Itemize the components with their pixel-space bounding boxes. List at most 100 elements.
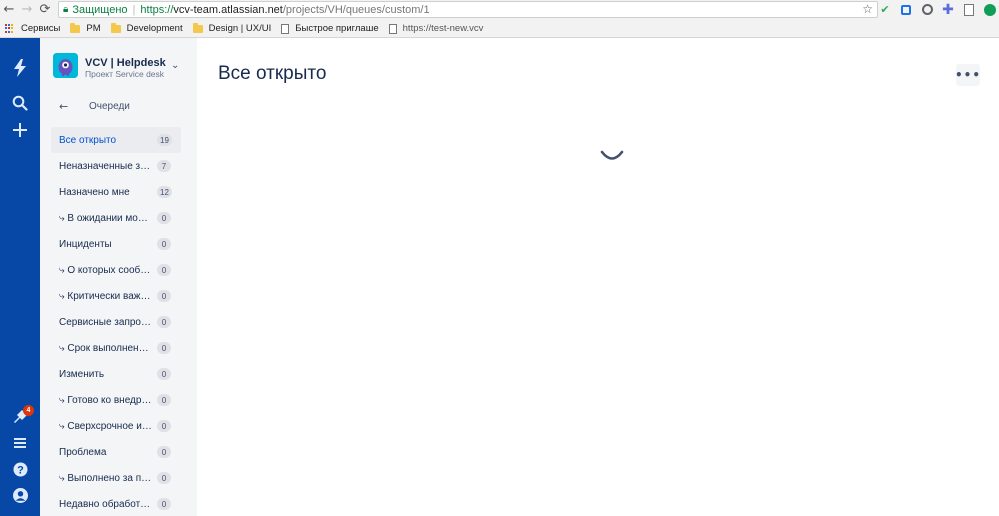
page-title: Все открыто	[218, 63, 327, 84]
queue-count-badge: 0	[157, 446, 171, 458]
bookmark-apps[interactable]: Сервисы	[0, 19, 65, 38]
bookmarks-bar: Сервисы PM Development Design | UX/UI Бы…	[0, 19, 999, 38]
queue-label: Проблема	[59, 446, 107, 458]
queue-label: ⤷ Сверхсрочное изменение	[59, 420, 153, 432]
queue-label: ⤷ Критически важное	[59, 290, 153, 302]
page-icon	[388, 23, 397, 34]
queue-label: ⤷ В ожидании моих действий	[59, 212, 153, 224]
url-protocol: https://	[140, 3, 174, 16]
bookmark-folder-development[interactable]: Development	[106, 19, 188, 38]
queue-count-badge: 0	[157, 212, 171, 224]
secure-label: Защищено	[72, 3, 128, 16]
queue-label: Изменить	[59, 368, 105, 380]
queue-label: ⤷ Готово ко внедрению	[59, 394, 153, 406]
address-bar[interactable]: 🔒︎ Защищено | https:// vcv-team.atlassia…	[58, 1, 878, 18]
notifications-badge: 4	[23, 405, 34, 416]
queue-label: Недавно обработано	[59, 498, 153, 510]
queue-count-badge: 19	[157, 134, 172, 146]
forward-icon[interactable]: →	[18, 0, 36, 19]
browser-nav-row: ← → ⟳ 🔒︎ Защищено | https:// vcv-team.at…	[0, 0, 999, 19]
extension-icon[interactable]	[920, 3, 934, 17]
project-avatar[interactable]	[53, 53, 78, 78]
project-sidebar: VCV | Helpdesk Проект Service desk ⌄ ← О…	[40, 38, 197, 516]
bookmark-label: Development	[126, 23, 183, 34]
queues-back-link[interactable]: Очереди	[89, 101, 130, 112]
queue-label: Инциденты	[59, 238, 112, 250]
queue-count-badge: 0	[157, 394, 171, 406]
puzzle-extension-icon[interactable]: ✚	[941, 2, 955, 18]
queue-count-badge: 0	[157, 342, 171, 354]
back-icon[interactable]: ←	[0, 0, 18, 19]
bookmark-label: Сервисы	[21, 23, 61, 34]
queue-count-badge: 0	[157, 290, 171, 302]
queue-label: Неназначенные запросы	[59, 160, 153, 172]
bookmark-folder-pm[interactable]: PM	[65, 19, 105, 38]
queue-count-badge: 0	[157, 472, 171, 484]
folder-icon	[192, 22, 203, 33]
sidebar-queue-item[interactable]: Недавно обработано 0	[51, 491, 181, 516]
sidebar-queue-item[interactable]: Все открыто 19	[51, 127, 181, 153]
sidebar-queue-item[interactable]: ⤷ Готово ко внедрению 0	[51, 387, 181, 413]
more-actions-button[interactable]: •••	[955, 64, 980, 86]
bookmark-star-icon[interactable]: ☆	[862, 2, 873, 16]
queue-count-badge: 0	[157, 498, 171, 510]
sidebar-queue-item[interactable]: ⤷ Критически важное 0	[51, 283, 181, 309]
extension-icon[interactable]	[899, 3, 913, 17]
help-icon[interactable]: ?	[0, 459, 40, 479]
back-arrow-icon[interactable]: ←	[59, 100, 68, 113]
queue-label: ⤷ Срок выполнения истекает	[59, 342, 153, 354]
lock-icon: 🔒︎	[63, 4, 69, 15]
sidebar-queue-item[interactable]: Проблема 0	[51, 439, 181, 465]
menu-icon[interactable]	[0, 433, 40, 453]
sidebar-queue-item[interactable]: Сервисные запросы 0	[51, 309, 181, 335]
sidebar-queue-item[interactable]: Неназначенные запросы 7	[51, 153, 181, 179]
queue-count-badge: 0	[157, 316, 171, 328]
bookmark-label: Design | UX/UI	[208, 23, 272, 34]
notifications-icon[interactable]	[0, 406, 40, 426]
reload-icon[interactable]: ⟳	[36, 0, 54, 19]
sidebar-queue-item[interactable]: ⤷ Срок выполнения истекает 0	[51, 335, 181, 361]
folder-icon	[110, 22, 121, 33]
profile-avatar-icon[interactable]	[0, 485, 40, 505]
queue-count-badge: 0	[157, 238, 171, 250]
queue-label: Назначено мне	[59, 186, 130, 198]
queue-list: Все открыто 19 Неназначенные запросы 7 Назна…	[51, 127, 181, 516]
queue-count-badge: 0	[157, 368, 171, 380]
sidebar-queue-item[interactable]: ⤷ В ожидании моих действий 0	[51, 205, 181, 231]
chevron-down-icon[interactable]: ⌄	[171, 60, 179, 71]
sidebar-queue-item[interactable]: Назначено мне 12	[51, 179, 181, 205]
queue-label: Все открыто	[59, 134, 117, 146]
bookmark-label: PM	[86, 23, 101, 34]
extension-icon[interactable]	[983, 3, 997, 17]
project-name[interactable]: VCV | Helpdesk	[85, 57, 166, 69]
loading-spinner-icon	[600, 150, 624, 160]
queue-count-badge: 12	[157, 186, 172, 198]
bookmark-quick-invite[interactable]: Быстрое приглаше	[276, 19, 383, 38]
apps-grid-icon	[5, 23, 15, 34]
sidebar-queue-item[interactable]: Инциденты 0	[51, 231, 181, 257]
queue-count-badge: 7	[157, 160, 171, 172]
create-plus-icon[interactable]	[0, 120, 40, 140]
sidebar-queue-item[interactable]: ⤷ Сверхсрочное изменение 0	[51, 413, 181, 439]
bookmark-folder-design[interactable]: Design | UX/UI	[188, 19, 277, 38]
queue-count-badge: 0	[157, 264, 171, 276]
sidebar-queue-item[interactable]: Изменить 0	[51, 361, 181, 387]
search-icon[interactable]	[0, 93, 40, 113]
global-nav: 4 ?	[0, 38, 40, 516]
bookmark-label: Быстрое приглаше	[295, 23, 379, 34]
svg-text:?: ?	[17, 464, 24, 476]
checkmark-extension-icon[interactable]: ✔	[878, 3, 892, 17]
page-icon	[281, 23, 290, 34]
extension-icon[interactable]	[962, 3, 976, 17]
sidebar-queue-item[interactable]: ⤷ О которых сообщили 0	[51, 257, 181, 283]
bookmark-label: https://test-new.vcv	[402, 23, 484, 34]
url-host: vcv-team.atlassian.net	[173, 3, 283, 16]
bookmark-test-new[interactable]: https://test-new.vcv	[384, 19, 489, 38]
sidebar-queue-item[interactable]: ⤷ Выполнено за последнее время 0	[51, 465, 181, 491]
folder-icon	[70, 22, 81, 33]
address-separator: |	[132, 3, 136, 16]
jira-logo-icon[interactable]	[0, 57, 40, 79]
queue-label: ⤷ О которых сообщили	[59, 264, 153, 276]
queue-label: ⤷ Выполнено за последнее время	[59, 472, 153, 484]
browser-chrome: ← → ⟳ 🔒︎ Защищено | https:// vcv-team.at…	[0, 0, 999, 38]
